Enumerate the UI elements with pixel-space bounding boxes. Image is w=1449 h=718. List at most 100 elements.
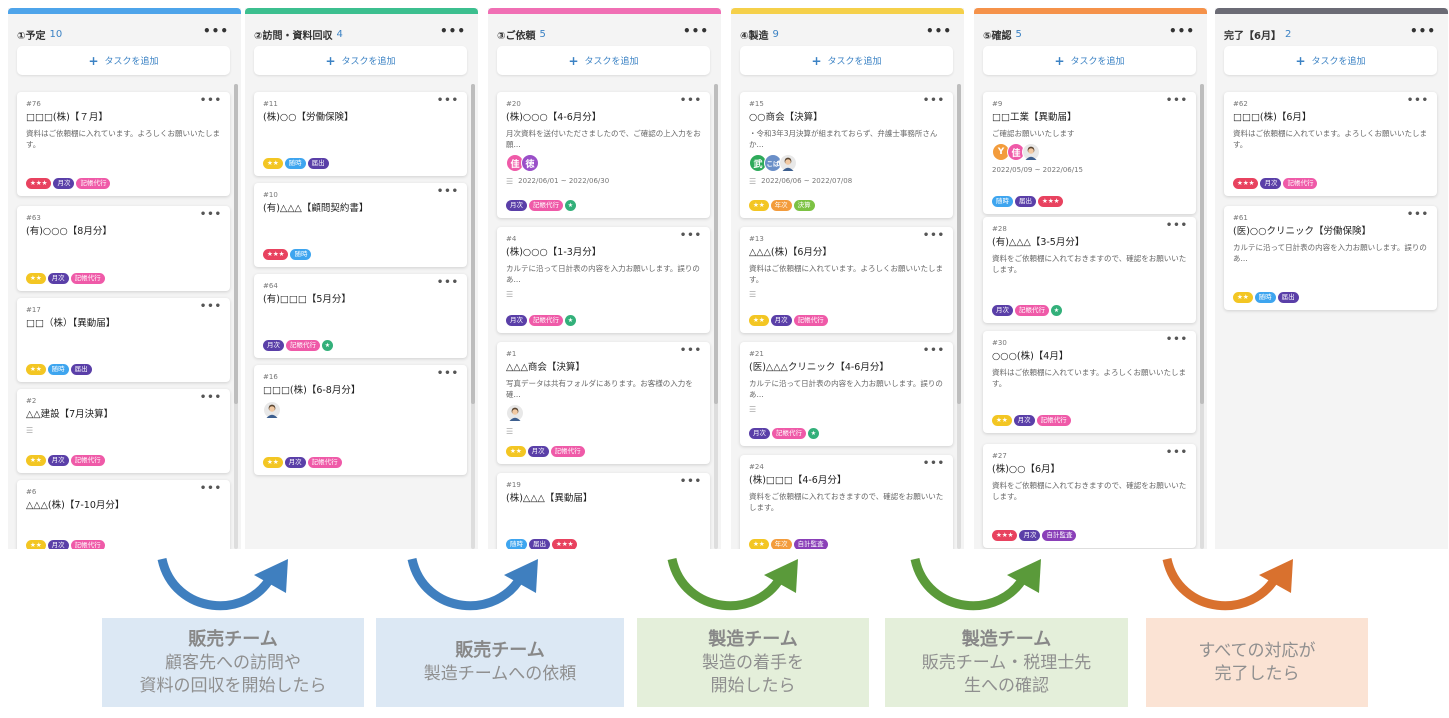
column-title: ③ご依頼 [497,30,536,42]
task-card[interactable]: #15 ••• ○○商会【決算】 ・令和3年3月決算が組まれておらず、弁護士事務所さん… [740,92,953,218]
task-tag: 記帳代行 [70,540,105,549]
task-id: #64 [263,282,278,290]
team-name: 製造チーム [708,628,798,650]
card-more-icon[interactable]: ••• [1166,447,1188,458]
card-more-icon[interactable]: ••• [923,458,945,469]
task-tag: 月次 [263,340,284,351]
kanban-column: ⑤確認 5 ••• + タスクを追加 #9 ••• □□工業【異動届】 ご確認お願いいたします Y… [974,8,1207,549]
task-card[interactable]: #13 ••• △△△(株)【6月分】 資料はご依頼棚に入れています。よろしくお願いい… [740,227,953,333]
add-task-button[interactable]: + タスクを追加 [497,46,710,75]
task-title: (株)□□□【4-6月分】 [749,475,847,486]
task-title: (有)△△△【3-5月分】 [992,237,1085,248]
kanban-column: 完了【6月】 2 ••• + タスクを追加 #62 ••• □□□(株)【6月】 資料はご依頼棚… [1215,8,1448,549]
task-title: △△△商会【決算】 [506,362,585,373]
card-more-icon[interactable]: ••• [437,186,459,197]
avatar[interactable]: 徳 [521,154,539,172]
card-more-icon[interactable]: ••• [1166,220,1188,231]
card-more-icon[interactable]: ••• [200,483,222,494]
card-more-icon[interactable]: ••• [1407,95,1429,106]
card-more-icon[interactable]: ••• [923,95,945,106]
card-more-icon[interactable]: ••• [1166,334,1188,345]
task-card[interactable]: #76 ••• □□□(株)【７月】 資料はご依頼棚に入れています。よろしくお願いいた… [17,92,230,196]
card-more-icon[interactable]: ••• [437,277,459,288]
add-task-button[interactable]: + タスクを追加 [740,46,953,75]
card-more-icon[interactable]: ••• [200,392,222,403]
task-card[interactable]: #6 ••• △△△(株)【7-10月分】 ★★ 月次 記帳代行 [17,480,230,549]
task-card[interactable]: #2 ••• △△建設【7月決算】 ☰ ★★ 月次 記帳代行 [17,389,230,473]
workflow-step-label: 製造チーム 販売チーム・税理士先 生への確認 [885,618,1128,707]
scrollbar-thumb[interactable] [957,84,961,404]
task-card[interactable]: #1 ••• △△△商会【決算】 写真データは共有フォルダにあります。お客様の入力を確… [497,342,710,464]
task-tag: ★★ [506,446,526,457]
task-tag: ★★ [1233,292,1253,303]
add-task-button[interactable]: + タスクを追加 [1224,46,1437,75]
task-tag: 届出 [1015,196,1036,207]
column-more-icon[interactable]: ••• [926,24,952,38]
task-description: 資料はご依頼棚に入れています。よろしくお願いいたします。 [1233,129,1428,149]
task-tags: ★★ 年次 自計監査 [749,539,830,549]
task-card[interactable]: #62 ••• □□□(株)【6月】 資料はご依頼棚に入れています。よろしくお願いいた… [1224,92,1437,196]
column-more-icon[interactable]: ••• [440,24,466,38]
avatar-photo[interactable] [263,401,281,419]
task-card[interactable]: #61 ••• (医)○○クリニック【労働保険】 カルテに沿って日計表の内容を入力お願… [1224,206,1437,310]
add-task-button[interactable]: + タスクを追加 [983,46,1196,75]
card-more-icon[interactable]: ••• [437,368,459,379]
task-description: 資料はご依頼棚に入れています。よろしくお願いいたします。 [749,264,944,284]
task-card[interactable]: #64 ••• (有)□□□【5月分】 月次 記帳代行 ★ [254,274,467,358]
task-description: 資料をご依頼棚に入れておきますので、確認をお願いいたします。 [992,481,1187,501]
step-description: 資料の回収を開始したら [139,675,327,696]
task-tag: ★★ [749,539,769,549]
task-card[interactable]: #20 ••• (株)○○○【4-6月分】 月次資料を送付いたださましたので、ご確認の… [497,92,710,218]
task-tags: 月次 記帳代行 ★ [506,200,578,211]
card-more-icon[interactable]: ••• [680,230,702,241]
card-more-icon[interactable]: ••• [1407,209,1429,220]
task-card[interactable]: #17 ••• □□（株）【異動届】 ★★ 随時 届出 [17,298,230,382]
task-card[interactable]: #28 ••• (有)△△△【3-5月分】 資料をご依頼棚に入れておきますので、確認を… [983,217,1196,323]
task-tag: 記帳代行 [529,200,563,211]
card-more-icon[interactable]: ••• [680,345,702,356]
card-more-icon[interactable]: ••• [200,209,222,220]
task-id: #62 [1233,100,1248,108]
task-card[interactable]: #10 ••• (有)△△△【顧問契約書】 ★★★ 随時 [254,183,467,267]
task-card[interactable]: #30 ••• ○○○(株)【4月】 資料はご依頼棚に入れています。よろしくお願いいた… [983,331,1196,433]
task-tags: 月次 記帳代行 ★ [749,428,821,439]
avatar-photo[interactable] [1022,143,1040,161]
scrollbar-thumb[interactable] [714,84,718,404]
card-more-icon[interactable]: ••• [200,95,222,106]
column-more-icon[interactable]: ••• [683,24,709,38]
task-card[interactable]: #11 ••• (株)○○【労働保険】 ★★ 随時 届出 [254,92,467,176]
task-card[interactable]: #63 ••• (有)○○○【8月分】 ★★ 月次 記帳代行 [17,206,230,291]
avatar-photo[interactable] [779,154,797,172]
card-more-icon[interactable]: ••• [680,95,702,106]
kanban-column: ④製造 9 ••• + タスクを追加 #15 ••• ○○商会【決算】 ・令和3年3月決算が組ま… [731,8,964,549]
avatar-photo[interactable] [506,404,524,422]
task-card[interactable]: #24 ••• (株)□□□【4-6月分】 資料をご依頼棚に入れておきますので、確認を… [740,455,953,549]
task-tags: ★★ 月次 記帳代行 [26,540,107,549]
column-more-icon[interactable]: ••• [203,24,229,38]
task-meta: 2022/05/09 ~ 2022/06/15 [992,165,1187,175]
scrollbar-thumb[interactable] [1200,84,1204,404]
card-more-icon[interactable]: ••• [923,345,945,356]
task-card[interactable]: #4 ••• (株)○○○【1-3月分】 カルテに沿って日計表の内容を入力お願いします… [497,227,710,333]
column-more-icon[interactable]: ••• [1169,24,1195,38]
card-more-icon[interactable]: ••• [680,476,702,487]
task-tag: 随時 [506,539,527,549]
task-tags: ★★ 月次 記帳代行 [992,415,1073,426]
card-more-icon[interactable]: ••• [200,301,222,312]
task-card[interactable]: #19 ••• (株)△△△【異動届】 随時 届出 ★★★ [497,473,710,549]
task-card[interactable]: #27 ••• (株)○○【6月】 資料をご依頼棚に入れておきますので、確認をお願いい… [983,444,1196,548]
add-task-label: タスクを追加 [341,57,396,67]
scrollbar-thumb[interactable] [471,84,475,404]
task-card[interactable]: #16 ••• □□□(株)【6-8月分】 ★★ 月次 記帳代行 [254,365,467,475]
task-card[interactable]: #21 ••• (医)△△△クリニック【4-6月分】 カルテに沿って日計表の内容を入力… [740,342,953,446]
add-task-button[interactable]: + タスクを追加 [254,46,467,75]
task-tags: ★★ 月次 記帳代行 [26,455,107,466]
scrollbar-thumb[interactable] [234,84,238,404]
card-more-icon[interactable]: ••• [437,95,459,106]
task-card[interactable]: #9 ••• □□工業【異動届】 ご確認お願いいたします Y 佳 2022/05/09 ~ … [983,92,1196,214]
card-more-icon[interactable]: ••• [1166,95,1188,106]
task-tag: 随時 [284,158,306,169]
card-more-icon[interactable]: ••• [923,230,945,241]
add-task-button[interactable]: + タスクを追加 [17,46,230,75]
column-more-icon[interactable]: ••• [1410,24,1436,38]
